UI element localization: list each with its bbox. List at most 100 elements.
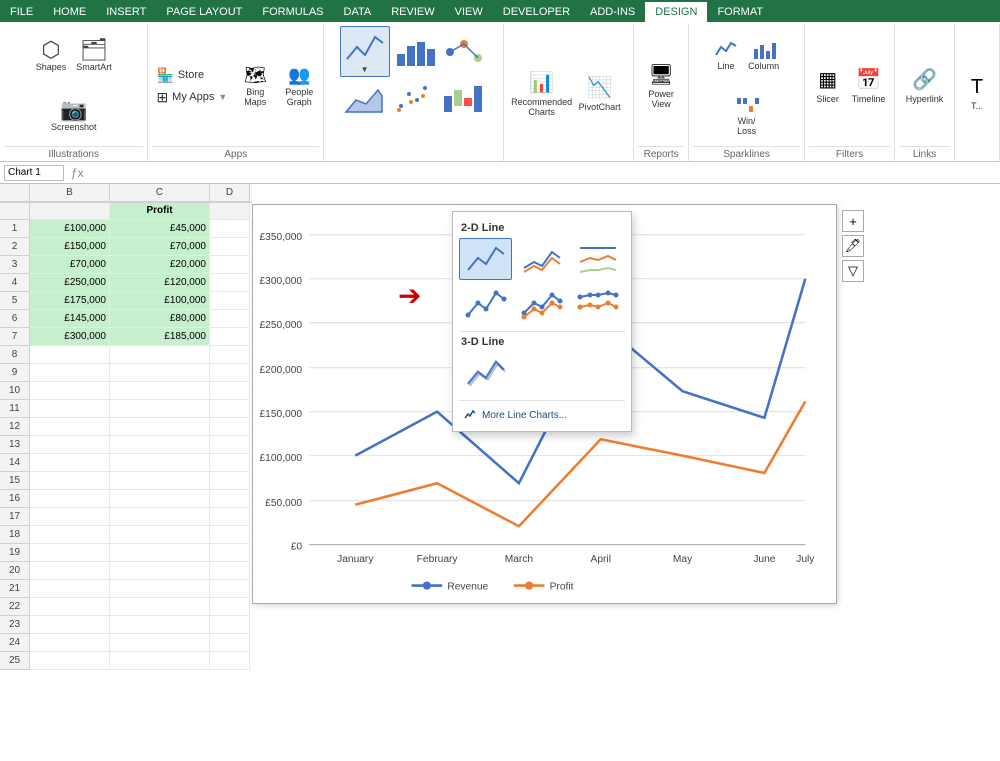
- cell-c21[interactable]: [110, 580, 210, 598]
- cell-c13[interactable]: [110, 436, 210, 454]
- scatter-chart-button[interactable]: [389, 78, 437, 118]
- tab-home[interactable]: HOME: [43, 2, 96, 22]
- cell-d11[interactable]: [210, 400, 250, 418]
- cell-c8[interactable]: [110, 346, 210, 364]
- tab-data[interactable]: DATA: [334, 2, 382, 22]
- cell-d18[interactable]: [210, 526, 250, 544]
- cell-d13[interactable]: [210, 436, 250, 454]
- cell-d2[interactable]: [210, 238, 250, 256]
- cell-b17[interactable]: [30, 508, 110, 526]
- cell-c1[interactable]: £45,000: [110, 220, 210, 238]
- cell-c17[interactable]: [110, 508, 210, 526]
- cell-b8[interactable]: [30, 346, 110, 364]
- line-chart-type-btn[interactable]: [459, 238, 512, 280]
- cell-c11[interactable]: [110, 400, 210, 418]
- cell-d-header[interactable]: [210, 202, 250, 220]
- line-chart-button[interactable]: ▼: [340, 26, 390, 77]
- timeline-button[interactable]: 📅 Timeline: [848, 56, 890, 114]
- chart-styles-button[interactable]: 🖊: [842, 235, 864, 257]
- cell-b9[interactable]: [30, 364, 110, 382]
- cell-b3[interactable]: £70,000: [30, 256, 110, 274]
- cell-d3[interactable]: [210, 256, 250, 274]
- more-line-charts-button[interactable]: More Line Charts...: [459, 405, 625, 425]
- tab-view[interactable]: VIEW: [445, 2, 493, 22]
- cell-d23[interactable]: [210, 616, 250, 634]
- cell-b20[interactable]: [30, 562, 110, 580]
- cell-b24[interactable]: [30, 634, 110, 652]
- cell-d6[interactable]: [210, 310, 250, 328]
- cell-c9[interactable]: [110, 364, 210, 382]
- tab-add-ins[interactable]: ADD-INS: [580, 2, 645, 22]
- stacked-marker-chart-type-btn[interactable]: [515, 283, 568, 325]
- cell-d17[interactable]: [210, 508, 250, 526]
- cell-c20[interactable]: [110, 562, 210, 580]
- cell-c7[interactable]: £185,000: [110, 328, 210, 346]
- column-sparkline-button[interactable]: Column: [744, 26, 783, 84]
- tab-developer[interactable]: DEVELOPER: [493, 2, 580, 22]
- 3d-line-chart-type-btn[interactable]: [459, 352, 512, 394]
- recommended-charts-button[interactable]: 📊 RecommendedCharts: [513, 65, 571, 123]
- cell-d5[interactable]: [210, 292, 250, 310]
- cell-c2[interactable]: £70,000: [110, 238, 210, 256]
- cell-b11[interactable]: [30, 400, 110, 418]
- hyperlink-button[interactable]: 🔗 Hyperlink: [902, 56, 948, 114]
- cell-c16[interactable]: [110, 490, 210, 508]
- cell-b15[interactable]: [30, 472, 110, 490]
- cell-b1[interactable]: £100,000: [30, 220, 110, 238]
- people-graph-button[interactable]: 👥 PeopleGraph: [279, 63, 319, 109]
- tab-formulas[interactable]: FORMULAS: [252, 2, 333, 22]
- formula-input[interactable]: [91, 165, 996, 181]
- add-chart-element-button[interactable]: +: [842, 210, 864, 232]
- cell-d21[interactable]: [210, 580, 250, 598]
- 100pct-line-chart-type-btn[interactable]: [572, 238, 625, 280]
- cell-b25[interactable]: [30, 652, 110, 670]
- text-button[interactable]: T T...: [959, 65, 995, 123]
- cell-c19[interactable]: [110, 544, 210, 562]
- cell-c-header[interactable]: Profit: [110, 202, 210, 220]
- cell-d7[interactable]: [210, 328, 250, 346]
- cell-d10[interactable]: [210, 382, 250, 400]
- cell-b18[interactable]: [30, 526, 110, 544]
- cell-b5[interactable]: £175,000: [30, 292, 110, 310]
- cell-b13[interactable]: [30, 436, 110, 454]
- cell-b19[interactable]: [30, 544, 110, 562]
- cell-c18[interactable]: [110, 526, 210, 544]
- cell-b12[interactable]: [30, 418, 110, 436]
- cell-d15[interactable]: [210, 472, 250, 490]
- area-chart-button[interactable]: [340, 78, 388, 118]
- slicer-button[interactable]: ▦ Slicer: [810, 56, 846, 114]
- cell-c4[interactable]: £120,000: [110, 274, 210, 292]
- cell-d22[interactable]: [210, 598, 250, 616]
- cell-d16[interactable]: [210, 490, 250, 508]
- cell-b-header[interactable]: [30, 202, 110, 220]
- tab-format[interactable]: FORMAT: [707, 2, 773, 22]
- tab-design[interactable]: DESIGN: [645, 2, 707, 22]
- cell-d9[interactable]: [210, 364, 250, 382]
- cell-d12[interactable]: [210, 418, 250, 436]
- cell-b10[interactable]: [30, 382, 110, 400]
- stacked-line-chart-type-btn[interactable]: [515, 238, 568, 280]
- cell-b7[interactable]: £300,000: [30, 328, 110, 346]
- cell-d25[interactable]: [210, 652, 250, 670]
- cell-b6[interactable]: £145,000: [30, 310, 110, 328]
- cell-b22[interactable]: [30, 598, 110, 616]
- waterfall-chart-button[interactable]: [438, 78, 486, 118]
- cell-c25[interactable]: [110, 652, 210, 670]
- 100pct-marker-chart-type-btn[interactable]: [572, 283, 625, 325]
- line-sparkline-button[interactable]: Line: [710, 26, 742, 84]
- cell-d20[interactable]: [210, 562, 250, 580]
- win-loss-button[interactable]: Win/Loss: [731, 86, 763, 144]
- cell-d24[interactable]: [210, 634, 250, 652]
- cell-c23[interactable]: [110, 616, 210, 634]
- name-box[interactable]: [4, 165, 64, 181]
- tab-file[interactable]: FILE: [0, 2, 43, 22]
- tab-review[interactable]: REVIEW: [381, 2, 444, 22]
- more-charts-button[interactable]: [440, 32, 488, 72]
- tab-page-layout[interactable]: PAGE LAYOUT: [156, 2, 252, 22]
- cell-c12[interactable]: [110, 418, 210, 436]
- cell-c24[interactable]: [110, 634, 210, 652]
- cell-c10[interactable]: [110, 382, 210, 400]
- cell-c6[interactable]: £80,000: [110, 310, 210, 328]
- cell-c15[interactable]: [110, 472, 210, 490]
- cell-b14[interactable]: [30, 454, 110, 472]
